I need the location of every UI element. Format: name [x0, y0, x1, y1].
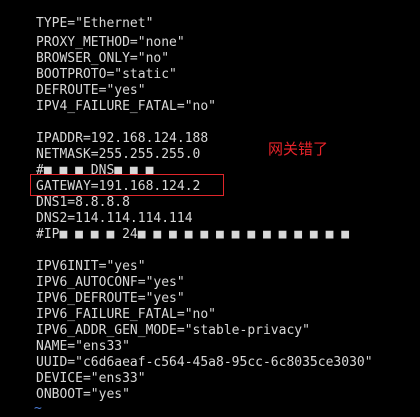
config-line-proxy-method: PROXY_METHOD="none" [36, 35, 185, 50]
config-line-ipv6-defroute: IPV6_DEFROUTE="yes" [36, 291, 185, 306]
config-line-onboot: ONBOOT="yes" [36, 387, 130, 402]
gateway-error-annotation: 网关错了 [268, 140, 329, 158]
terminal-window[interactable]: TYPE="Ethernet" PROXY_METHOD="none" BROW… [0, 0, 420, 416]
config-line-ip-comment: #IP■ ■ ■ ■ 24■ ■ ■ ■ ■ ■ ■ ■ ■ ■ ■ ■ ■ ■ [36, 227, 350, 242]
config-line-dns2: DNS2=114.114.114.114 [36, 211, 193, 226]
config-line-defroute: DEFROUTE="yes" [36, 83, 146, 98]
config-line-ipv6-autoconf: IPV6_AUTOCONF="yes" [36, 275, 185, 290]
config-line-dns1: DNS1=8.8.8.8 [36, 195, 130, 210]
config-line-uuid: UUID="c6d6aeaf-c564-45a8-95cc-6c8035ce30… [36, 355, 373, 370]
config-line-type: TYPE="Ethernet" [36, 16, 154, 31]
config-line-bootproto: BOOTPROTO="static" [36, 67, 177, 82]
config-line-ipv6-addr-gen-mode: IPV6_ADDR_GEN_MODE="stable-privacy" [36, 323, 310, 338]
config-line-name: NAME="ens33" [36, 339, 130, 354]
config-line-ipaddr: IPADDR=192.168.124.188 [36, 131, 209, 146]
config-line-device: DEVICE="ens33" [36, 371, 146, 386]
config-line-ipv4-failure-fatal: IPV4_FAILURE_FATAL="no" [36, 99, 217, 114]
config-line-browser-only: BROWSER_ONLY="no" [36, 51, 170, 66]
gateway-highlight-box [30, 174, 224, 196]
config-line-ipv6-failure-fatal: IPV6_FAILURE_FATAL="no" [36, 307, 217, 322]
config-line-ipv6init: IPV6INIT="yes" [36, 259, 146, 274]
config-line-netmask: NETMASK=255.255.255.0 [36, 147, 201, 162]
